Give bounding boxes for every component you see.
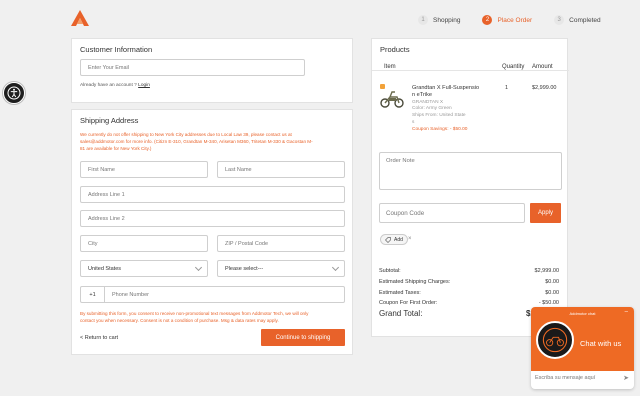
col-item: Item <box>384 64 396 70</box>
addmotor-logo[interactable] <box>71 10 89 26</box>
coupon-tag-label: Add <box>394 236 403 243</box>
notice-line: We currently do not offer shipping to Ne… <box>80 132 292 137</box>
address-line-2-field[interactable]: Address Line 2 <box>80 210 345 227</box>
product-name-line: n eTrike <box>412 92 432 98</box>
summary-value: $2,999.00 <box>534 268 559 274</box>
state-value: Please select--- <box>225 265 264 272</box>
summary-value: $0.00 <box>545 279 559 285</box>
product-name[interactable]: Grandtan X Full-Suspensio n eTrike <box>412 85 487 99</box>
product-name-line: Grandtan X Full-Suspensio <box>412 85 480 91</box>
step-completed: 3 Completed <box>554 15 601 25</box>
step-number: 2 <box>482 15 493 25</box>
email-placeholder: Enter Your Email <box>88 64 129 71</box>
chevron-down-icon <box>331 263 340 271</box>
notice-line: sales@addmotor.com for more info. (Citiz… <box>80 139 313 144</box>
consent-line: contact you when necessary. Consent is n… <box>80 318 279 323</box>
product-ships-from: Ships From: United State <box>412 113 466 118</box>
apply-coupon-button[interactable]: Apply <box>530 203 561 223</box>
summary-label: Coupon For First Order: <box>379 300 438 306</box>
summary-value: $0.00 <box>545 290 559 296</box>
city-placeholder: City <box>88 240 98 247</box>
summary-subtotal: Subtotal: $2,999.00 <box>379 268 559 274</box>
col-quantity: Quantity <box>502 64 525 70</box>
city-field[interactable]: City <box>80 235 208 252</box>
checkout-steps: 1 Shopping 2 Place Order 3 Completed <box>418 15 601 25</box>
step-number: 1 <box>418 15 428 25</box>
zip-field[interactable]: ZIP / Postal Code <box>217 235 345 252</box>
country-value: United States <box>88 265 122 272</box>
customer-information-title: Customer Information <box>80 45 153 54</box>
product-sku: GRANDTAN X <box>412 100 444 105</box>
remove-coupon-icon[interactable]: × <box>408 236 412 242</box>
chat-widget[interactable]: Addmotor chat – Chat with us Escriba su … <box>531 307 634 389</box>
login-link[interactable]: Login <box>138 83 150 88</box>
chat-title: Chat with us <box>580 339 622 348</box>
products-card: Products Item Quantity Amount Grandtan X… <box>371 38 569 337</box>
shipping-address-card: Shipping Address We currently do not off… <box>71 109 353 355</box>
product-color: Color: Army Green <box>412 106 452 111</box>
coupon-placeholder: Coupon Code <box>386 209 425 217</box>
last-name-placeholder: Last Name <box>225 166 252 173</box>
first-name-placeholder: First Name <box>88 166 115 173</box>
product-image[interactable] <box>380 89 404 109</box>
chevron-down-icon <box>194 263 203 271</box>
step-label: Completed <box>569 16 601 24</box>
phone-field[interactable]: +1 Phone Number <box>80 286 345 303</box>
summary-label: Subtotal: <box>379 268 401 274</box>
nyc-shipping-notice: We currently do not offer shipping to Ne… <box>80 131 313 152</box>
products-table-header: Item Quantity Amount <box>372 57 569 71</box>
step-shopping: 1 Shopping <box>418 15 460 25</box>
first-name-field[interactable]: First Name <box>80 161 208 178</box>
chat-message-input[interactable]: Escriba su mensaje aquí <box>535 375 595 381</box>
product-amount: $2,999.00 <box>532 85 557 91</box>
coupon-tag[interactable]: Add <box>380 234 408 245</box>
minimize-icon[interactable]: – <box>625 309 628 315</box>
sms-consent-notice: By submitting this form, you consent to … <box>80 310 308 324</box>
coupon-code-field[interactable]: Coupon Code <box>379 203 525 223</box>
zip-placeholder: ZIP / Postal Code <box>225 240 269 247</box>
col-amount: Amount <box>532 64 553 70</box>
notice-line: 81 are available for New York City.) <box>80 146 152 151</box>
accessibility-button[interactable] <box>3 82 25 104</box>
country-select[interactable]: United States <box>80 260 208 277</box>
summary-shipping: Estimated Shipping Charges: $0.00 <box>379 279 559 285</box>
products-title: Products <box>380 45 410 54</box>
state-select[interactable]: Please select--- <box>217 260 345 277</box>
phone-placeholder: Phone Number <box>112 291 149 298</box>
step-number: 3 <box>554 15 565 25</box>
summary-coupon: Coupon For First Order: - $50.00 <box>379 300 559 306</box>
return-to-cart-link[interactable]: < Return to cart <box>80 335 118 341</box>
summary-label: Estimated Shipping Charges: <box>379 279 451 285</box>
email-field[interactable]: Enter Your Email <box>80 59 305 76</box>
summary-taxes: Estimated Taxes: $0.00 <box>379 290 559 296</box>
customer-information-card: Customer Information Enter Your Email Al… <box>71 38 353 103</box>
consent-line: By submitting this form, you consent to … <box>80 311 309 316</box>
login-prompt: Already have an account ? Login <box>80 83 150 88</box>
step-label: Place Order <box>497 16 533 24</box>
accessibility-icon <box>7 86 21 100</box>
step-label: Shopping <box>433 16 461 24</box>
shipping-address-title: Shipping Address <box>80 116 139 125</box>
continue-to-shipping-button[interactable]: Continue to shipping <box>261 329 345 346</box>
address-line-2-placeholder: Address Line 2 <box>88 215 125 222</box>
phone-country-code[interactable]: +1 <box>81 287 105 302</box>
product-quantity: 1 <box>505 85 509 91</box>
send-icon[interactable]: ➤ <box>623 374 629 382</box>
last-name-field[interactable]: Last Name <box>217 161 345 178</box>
summary-value: - $50.00 <box>538 300 559 306</box>
coupon-savings: Coupon Savings: - $50.00 <box>412 127 468 132</box>
have-account-text: Already have an account ? <box>80 83 137 88</box>
grand-total-label: Grand Total: <box>379 309 423 318</box>
order-note-field[interactable]: Order Note <box>379 152 562 190</box>
order-note-placeholder: Order Note <box>386 158 415 164</box>
chat-avatar <box>536 321 574 359</box>
address-line-1-placeholder: Address Line 1 <box>88 191 125 198</box>
tag-icon <box>385 236 391 243</box>
address-line-1-field[interactable]: Address Line 1 <box>80 186 345 203</box>
chat-header: Addmotor chat <box>569 311 596 316</box>
step-place-order: 2 Place Order <box>482 15 532 25</box>
product-ships-from-cont: s <box>412 120 415 125</box>
summary-label: Estimated Taxes: <box>379 290 421 296</box>
